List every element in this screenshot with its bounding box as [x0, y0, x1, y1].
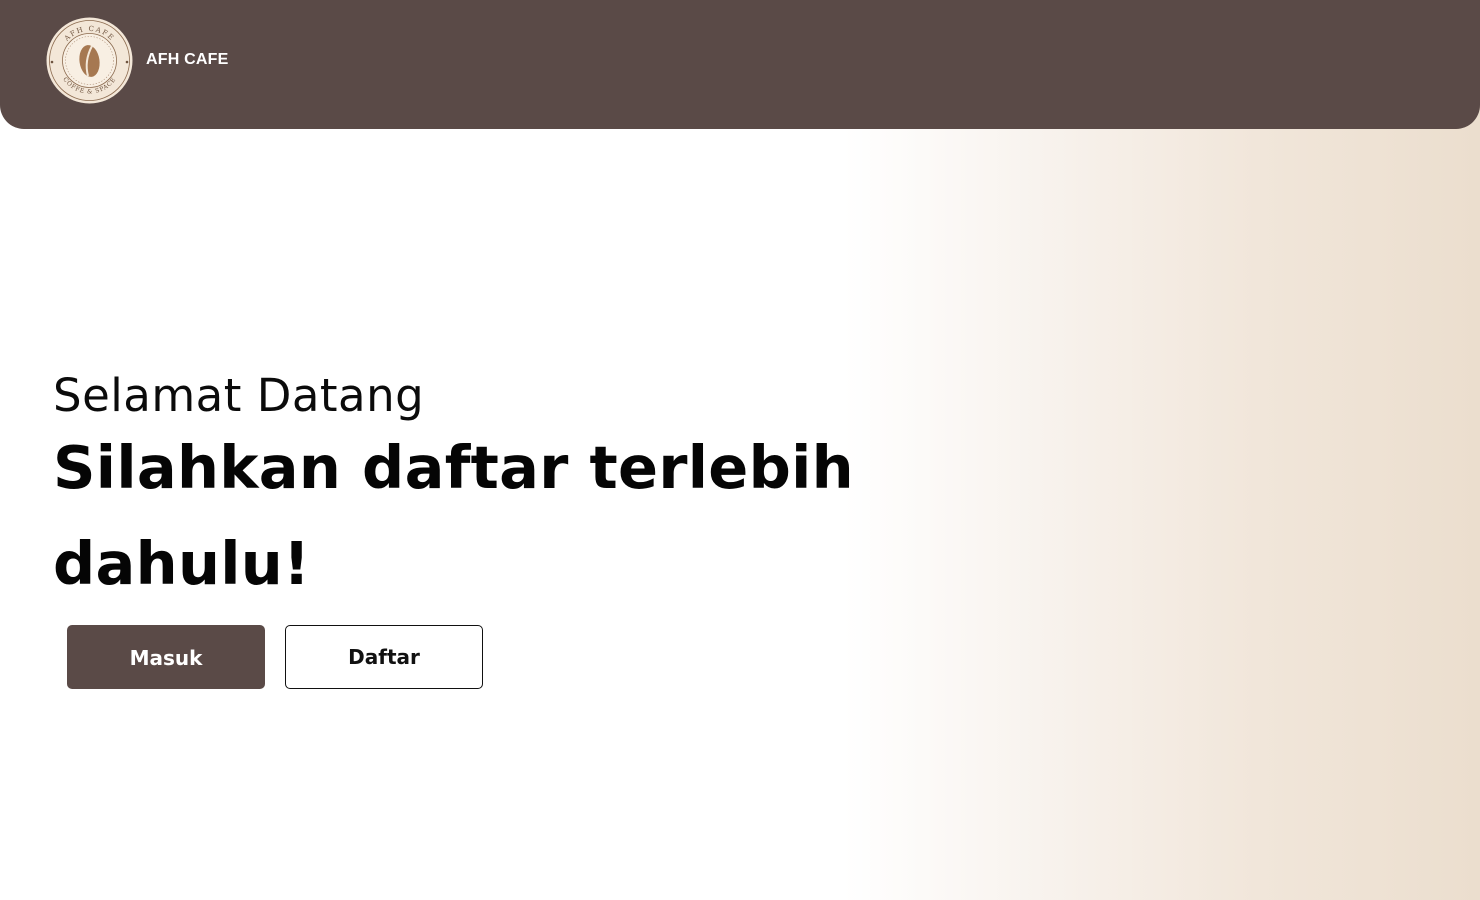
afh-cafe-logo[interactable]: AFH CAFE COFFE & SPACE: [46, 17, 133, 104]
register-prompt-headline: Silahkan daftar terlebih dahulu!: [53, 433, 854, 598]
coffee-bean-logo-icon: AFH CAFE COFFE & SPACE: [46, 17, 133, 104]
brand-name[interactable]: AFH CAFE: [146, 49, 228, 71]
register-button[interactable]: Daftar: [285, 625, 483, 689]
welcome-greeting: Selamat Datang: [53, 369, 425, 422]
login-button[interactable]: Masuk: [67, 625, 265, 689]
top-navbar: AFH CAFE COFFE & SPACE AFH CAFE: [0, 0, 1480, 129]
